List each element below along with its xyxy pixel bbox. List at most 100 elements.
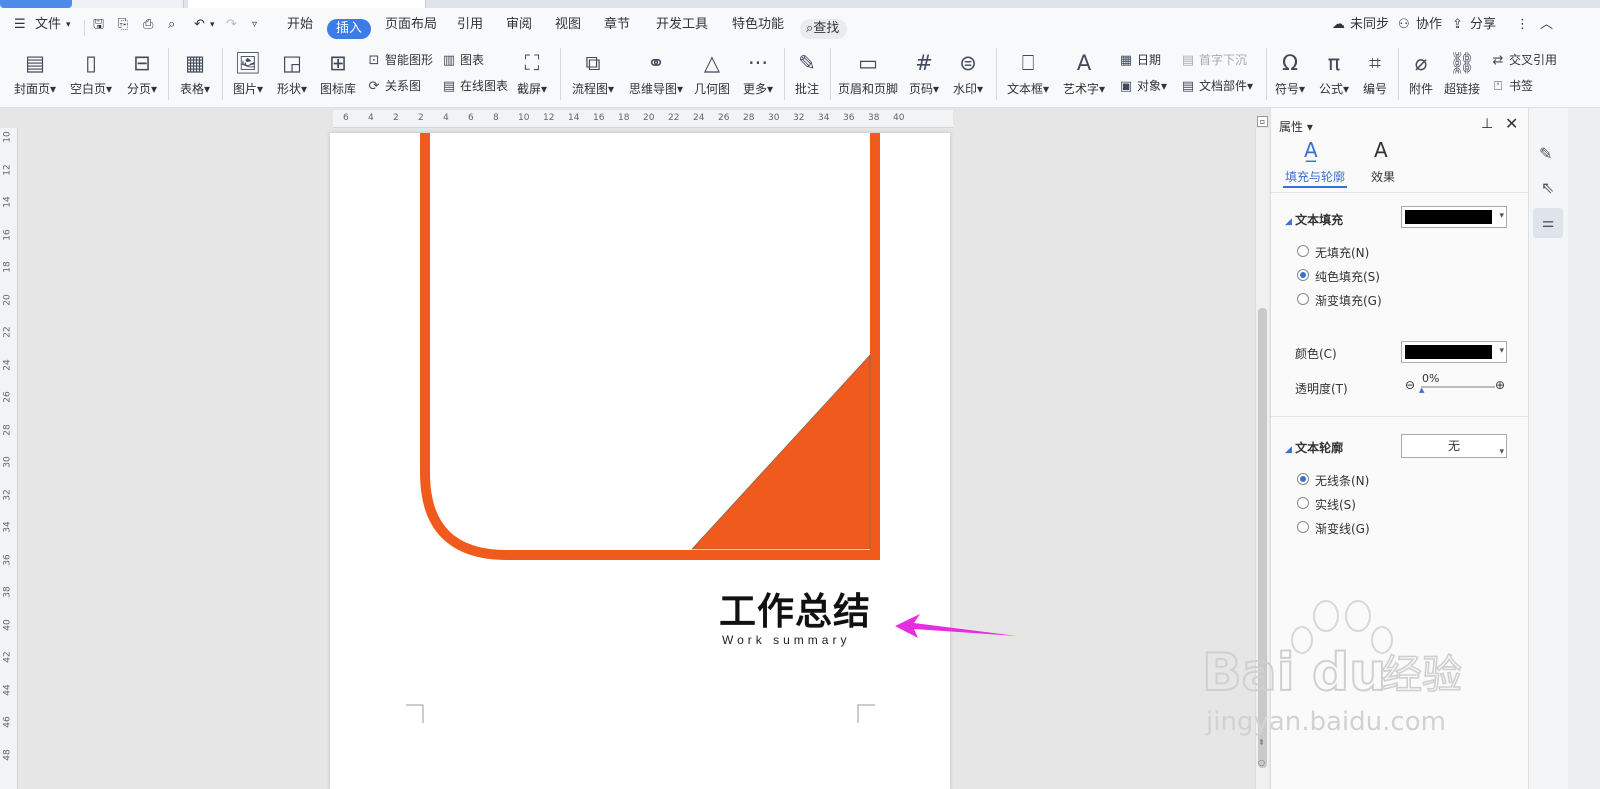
tab-effect[interactable]: 效果 xyxy=(1371,168,1395,185)
undo-icon[interactable]: ↶ xyxy=(194,15,205,35)
symbol-button[interactable]: Ω 符号▾ xyxy=(1272,40,1308,97)
document-title[interactable]: 工作总结 xyxy=(719,581,871,635)
pen-icon[interactable]: ✎ xyxy=(1539,144,1552,163)
object-button[interactable]: ▣ 对象▾ xyxy=(1118,76,1167,96)
doc-part-button[interactable]: ▤ 文档部件▾ xyxy=(1180,76,1253,96)
print-icon[interactable]: ⎙ xyxy=(143,15,153,35)
table-button[interactable]: ▦ 表格▾ xyxy=(177,40,213,97)
redo-icon[interactable]: ↷ xyxy=(226,15,237,35)
solid-fill-label[interactable]: 纯色填充(S) xyxy=(1315,268,1380,285)
radio-no-fill[interactable] xyxy=(1297,245,1309,257)
scroll-down-icon[interactable]: ○ xyxy=(1258,758,1265,767)
file-menu[interactable]: 文件 xyxy=(35,15,61,35)
horizontal-ruler[interactable]: 6 4 2 2 4 6 8 10 12 14 16 18 20 22 24 26 28 30 32 34 36 38 40 xyxy=(333,110,953,128)
cursor-icon[interactable]: ⇖ xyxy=(1541,178,1554,197)
text-fill-color-picker[interactable]: ▾ xyxy=(1401,206,1507,228)
radio-solid-fill[interactable] xyxy=(1297,269,1309,281)
document-subtitle[interactable]: Work summary xyxy=(722,633,850,647)
collapse-ribbon-icon[interactable]: ︿ xyxy=(1540,15,1553,35)
sync-status[interactable]: 未同步 xyxy=(1350,15,1389,35)
page-number-button[interactable]: # 页码▾ xyxy=(906,40,942,97)
collab-button[interactable]: 协作 xyxy=(1416,15,1442,35)
tab-view[interactable]: 视图 xyxy=(555,15,581,35)
hyperlink-button[interactable]: ⛓ 超链接 xyxy=(1442,40,1482,97)
close-icon[interactable]: ✕ xyxy=(1505,114,1518,133)
online-chart-button[interactable]: ▤ 在线图表 xyxy=(441,76,508,96)
text-fill-section[interactable]: ◢ 文本填充 xyxy=(1285,211,1343,228)
date-button[interactable]: ▦ 日期 xyxy=(1118,50,1161,70)
flowchart-button[interactable]: ⧉ 流程图▾ xyxy=(570,40,616,97)
tab-review[interactable]: 审阅 xyxy=(506,15,532,35)
plus-icon[interactable]: ⊕ xyxy=(1495,378,1505,392)
transparency-slider[interactable] xyxy=(1421,386,1495,388)
vertical-ruler[interactable]: 10 12 14 16 18 20 22 24 26 28 30 32 34 36 38 40 42 44 46 48 xyxy=(0,128,18,789)
minus-icon[interactable]: ⊖ xyxy=(1405,378,1415,392)
hamburger-icon[interactable]: ☰ xyxy=(14,15,26,35)
formula-button[interactable]: π 公式▾ xyxy=(1316,40,1352,97)
cloud-icon[interactable]: ☁ xyxy=(1332,15,1345,35)
undo-dropdown-icon[interactable]: ▾ xyxy=(210,15,215,35)
radio-gradient-line[interactable] xyxy=(1297,521,1309,533)
tab-chapter[interactable]: 章节 xyxy=(604,15,630,35)
smart-art-button[interactable]: ⊡ 智能图形 xyxy=(366,50,433,70)
outline-dropdown[interactable]: 无 ▾ xyxy=(1401,434,1507,458)
tab-developer[interactable]: 开发工具 xyxy=(656,15,708,35)
solid-line-label[interactable]: 实线(S) xyxy=(1315,496,1356,513)
icon-library-button[interactable]: ⊞ 图标库 xyxy=(318,40,358,97)
no-fill-label[interactable]: 无填充(N) xyxy=(1315,244,1369,261)
tab-layout[interactable]: 页面布局 xyxy=(385,15,437,35)
document-page[interactable]: 工作总结 Work summary xyxy=(330,133,950,789)
radio-gradient-fill[interactable] xyxy=(1297,293,1309,305)
save-icon[interactable]: 🖫 xyxy=(93,15,104,35)
watermark-button[interactable]: ⊜ 水印▾ xyxy=(950,40,986,97)
gradient-fill-label[interactable]: 渐变填充(G) xyxy=(1315,292,1382,309)
preview-icon[interactable]: ⌕ xyxy=(168,15,175,35)
slider-handle[interactable]: ▲ xyxy=(1419,386,1424,394)
tab-template[interactable] xyxy=(72,0,184,8)
textbox-button[interactable]: ⎕ 文本框▾ xyxy=(1004,40,1052,97)
tab-fill-outline[interactable]: 填充与轮廓 xyxy=(1285,168,1345,185)
customize-icon[interactable]: ▿ xyxy=(252,15,257,35)
relation-chart-button[interactable]: ⟳ 关系图 xyxy=(366,76,421,96)
panel-title[interactable]: 属性 ▾ xyxy=(1279,118,1313,135)
more-menu-icon[interactable]: ⋮ xyxy=(1516,15,1529,35)
tab-reference[interactable]: 引用 xyxy=(457,15,483,35)
tab-home[interactable] xyxy=(0,0,72,8)
gradient-line-label[interactable]: 渐变线(G) xyxy=(1315,520,1370,537)
bookmark-button[interactable]: ⍞ 书签 xyxy=(1490,76,1533,96)
radio-solid-line[interactable] xyxy=(1297,497,1309,509)
wordart-button[interactable]: A 艺术字▾ xyxy=(1060,40,1108,97)
search-box[interactable]: ⌕查找 xyxy=(800,19,848,39)
tab-special[interactable]: 特色功能 xyxy=(732,15,784,35)
share-button[interactable]: 分享 xyxy=(1470,15,1496,35)
page-break-button[interactable]: ⊟ 分页▾ xyxy=(124,40,160,97)
radio-no-line[interactable] xyxy=(1297,473,1309,485)
pin-icon[interactable]: ⊥ xyxy=(1481,116,1493,132)
comment-button[interactable]: ✎ 批注 xyxy=(792,40,822,97)
shape-button[interactable]: ◲ 形状▾ xyxy=(274,40,310,97)
tab-start[interactable]: 开始 xyxy=(287,15,313,35)
chart-button[interactable]: ▥ 图表 xyxy=(441,50,484,70)
more-button[interactable]: ··· 更多▾ xyxy=(740,40,776,97)
tab-insert[interactable]: 插入 xyxy=(327,19,372,39)
geometry-button[interactable]: △ 几何图 xyxy=(694,40,730,97)
chevron-down-icon[interactable]: ▾ xyxy=(66,15,71,35)
cross-reference-button[interactable]: ⇄ 交叉引用 xyxy=(1490,50,1557,70)
attachment-button[interactable]: ⌀ 附件 xyxy=(1406,40,1436,97)
properties-toggle-icon[interactable]: ⚌ xyxy=(1533,208,1563,238)
blank-page-button[interactable]: ▯ 空白页▾ xyxy=(68,40,114,97)
cover-page-button[interactable]: ▤ 封面页▾ xyxy=(12,40,58,97)
collab-icon[interactable]: ⚇ xyxy=(1398,15,1410,35)
cover-frame-art[interactable] xyxy=(330,133,950,789)
screenshot-button[interactable]: ⛶ 截屏▾ xyxy=(514,40,550,97)
header-footer-button[interactable]: ▭ 页眉和页脚 xyxy=(838,40,898,97)
share-icon[interactable]: ⇪ xyxy=(1452,15,1463,35)
picture-button[interactable]: 🖼 图片▾ xyxy=(230,40,266,97)
tab-document[interactable] xyxy=(188,0,426,8)
text-outline-section[interactable]: ◢ 文本轮廓 xyxy=(1285,439,1343,456)
no-line-label[interactable]: 无线条(N) xyxy=(1315,472,1369,489)
color-picker[interactable]: ▾ xyxy=(1401,341,1507,363)
mindmap-button[interactable]: ⚭ 思维导图▾ xyxy=(626,40,686,97)
split-view-icon[interactable]: ▫ xyxy=(1257,116,1268,127)
numbering-button[interactable]: ⌗ 编号 xyxy=(1360,40,1390,97)
